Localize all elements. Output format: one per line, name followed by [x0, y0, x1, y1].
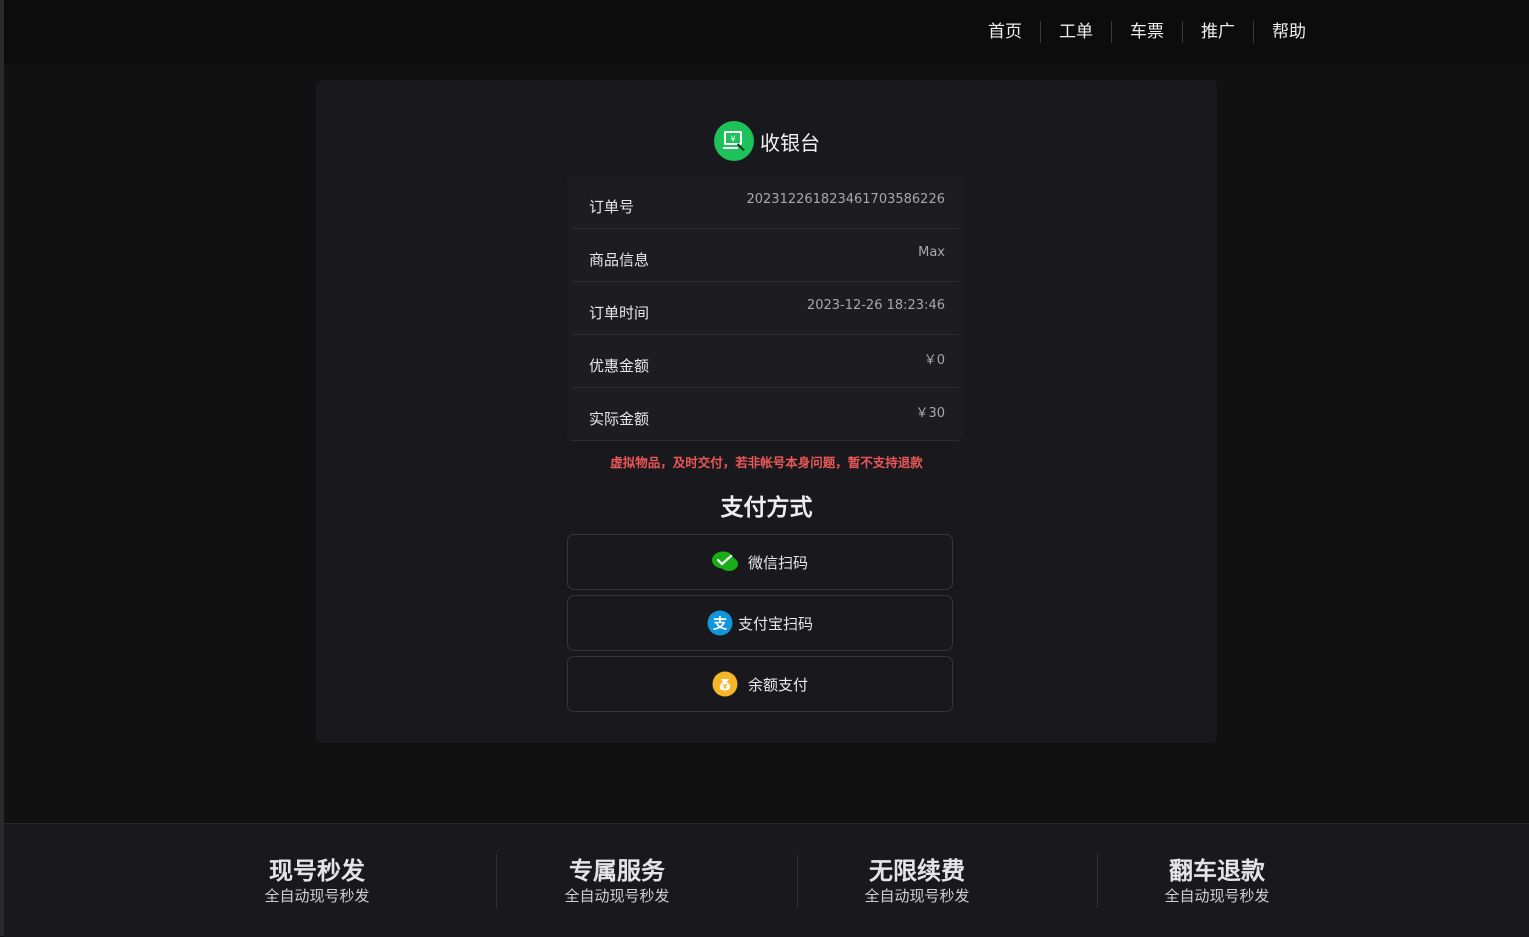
nav-home[interactable]: 首页	[970, 19, 1040, 45]
order-number-value: 202312261823461703586226	[746, 191, 945, 207]
top-nav: 首页 工单 车票 推广 帮助	[4, 0, 1529, 64]
nav-menu: 首页 工单 车票 推广 帮助	[970, 19, 1324, 45]
wechat-pay-button[interactable]: 微信扫码	[567, 534, 953, 590]
discount-row: 优惠金额 ￥0	[571, 335, 959, 388]
product-info-label: 商品信息	[589, 250, 650, 269]
feature-item: 无限续费 全自动现号秒发	[817, 856, 1017, 906]
alipay-button[interactable]: 支 支付宝扫码	[567, 595, 953, 651]
order-number-row: 订单号 202312261823461703586226	[571, 176, 959, 229]
product-info-value: Max	[918, 244, 945, 260]
feature-subtitle: 全自动现号秒发	[264, 887, 370, 905]
nav-tickets[interactable]: 工单	[1041, 19, 1111, 45]
footer-features: 现号秒发 全自动现号秒发 专属服务 全自动现号秒发 无限续费 全自动现号秒发 翻…	[4, 823, 1529, 937]
cashier-title: 收银台	[760, 130, 820, 155]
feature-subtitle: 全自动现号秒发	[864, 887, 970, 905]
feature-title: 翻车退款	[1169, 857, 1265, 885]
feature-subtitle: 全自动现号秒发	[564, 887, 670, 905]
nav-promote[interactable]: 推广	[1183, 19, 1253, 45]
nav-rides[interactable]: 车票	[1112, 19, 1182, 45]
feature-divider	[1097, 854, 1098, 908]
order-time-label: 订单时间	[589, 303, 650, 322]
svg-text:¥: ¥	[730, 135, 735, 144]
wallet-icon: ¥	[712, 671, 738, 697]
feature-item: 专属服务 全自动现号秒发	[517, 856, 717, 906]
refund-warning: 虚拟物品，及时交付，若非帐号本身问题，暂不支持退款	[610, 455, 923, 470]
payment-method-title: 支付方式	[720, 495, 813, 521]
feature-title: 无限续费	[869, 857, 965, 885]
feature-item: 现号秒发 全自动现号秒发	[217, 856, 417, 906]
order-info: 订单号 202312261823461703586226 商品信息 Max 订单…	[567, 176, 963, 441]
balance-pay-label: 余额支付	[747, 675, 808, 694]
order-number-label: 订单号	[589, 197, 635, 216]
feature-item: 翻车退款 全自动现号秒发	[1117, 856, 1317, 906]
alipay-label: 支付宝扫码	[737, 614, 813, 633]
feature-subtitle: 全自动现号秒发	[1164, 887, 1270, 905]
svg-text:¥: ¥	[723, 683, 728, 691]
product-info-row: 商品信息 Max	[571, 229, 959, 282]
alipay-icon: 支	[707, 610, 733, 636]
wechat-pay-label: 微信扫码	[747, 553, 808, 572]
balance-pay-button[interactable]: ¥ 余额支付	[567, 656, 953, 712]
feature-title: 专属服务	[569, 857, 665, 885]
order-time-row: 订单时间 2023-12-26 18:23:46	[571, 282, 959, 335]
actual-amount-value: ￥30	[915, 405, 945, 421]
wechat-icon	[711, 549, 738, 575]
actual-amount-label: 实际金额	[589, 409, 650, 428]
checkout-card: ¥ 收银台 订单号 202312261823461703586226 商品信息 …	[316, 80, 1217, 743]
cashier-header: ¥ 收银台	[714, 121, 820, 161]
discount-value: ￥0	[923, 352, 945, 368]
window-edge	[0, 0, 4, 936]
feature-divider	[496, 854, 497, 908]
order-time-value: 2023-12-26 18:23:46	[806, 297, 945, 313]
page: 首页 工单 车票 推广 帮助 ¥ 收银台 订单号 202312261823461…	[0, 0, 1529, 937]
svg-text:支: 支	[712, 616, 728, 633]
feature-divider	[797, 854, 798, 908]
actual-amount-row: 实际金额 ￥30	[571, 388, 959, 441]
feature-title: 现号秒发	[269, 857, 365, 885]
nav-help[interactable]: 帮助	[1254, 19, 1324, 45]
discount-label: 优惠金额	[589, 356, 650, 375]
cashier-icon: ¥	[714, 121, 754, 161]
